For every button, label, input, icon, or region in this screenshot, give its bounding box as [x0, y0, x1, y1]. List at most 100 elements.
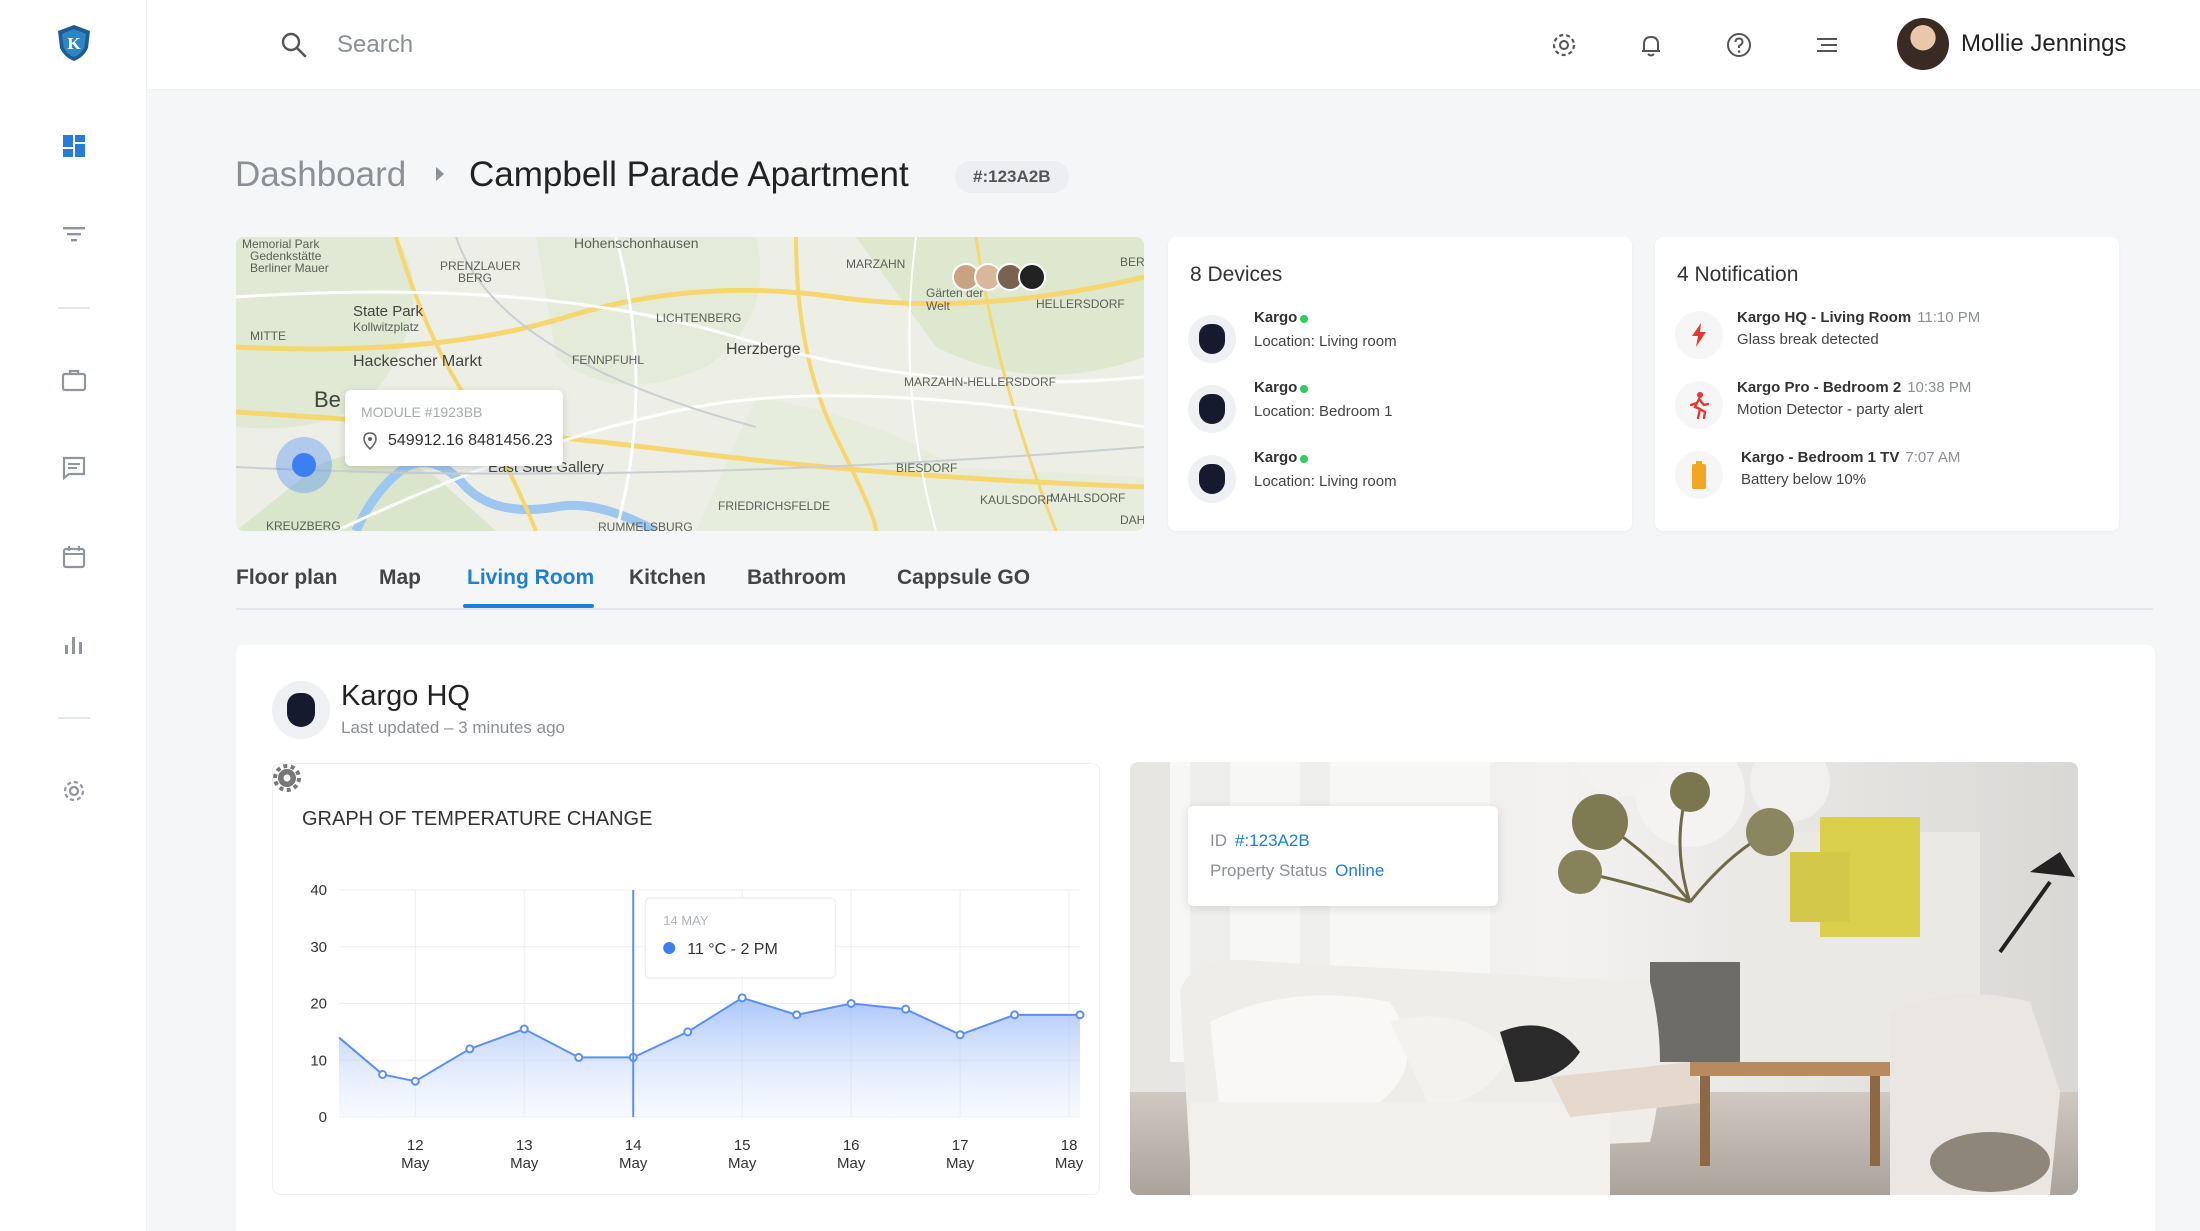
x-tick-label: 15: [734, 1137, 751, 1154]
battery-icon: [1675, 451, 1723, 499]
x-tick-label: May: [728, 1155, 757, 1172]
device-item[interactable]: Kargo Location: Living room: [1188, 305, 1568, 363]
current-location-marker[interactable]: [276, 437, 332, 493]
map-label: BER: [1120, 255, 1144, 269]
temperature-graph-card: GRAPH OF TEMPERATURE CHANGE 0 10 20 30 40 12 M…: [272, 763, 1100, 1195]
device-item[interactable]: Kargo Location: Living room: [1188, 445, 1568, 503]
sidebar-dashboard-icon[interactable]: [58, 130, 90, 162]
active-tab-indicator: [463, 604, 594, 608]
map-label: MARZAHN-HELLERSDORF: [904, 375, 1057, 389]
device-location: Location: Living room: [1254, 473, 1397, 490]
map-user-avatar[interactable]: [1018, 263, 1046, 291]
map-module-popup[interactable]: MODULE #1923BB 549912.16 8481456.23: [345, 390, 563, 466]
notification-item[interactable]: Kargo - Bedroom 1 TV 7:07 AM Battery belo…: [1675, 445, 2095, 501]
user-name[interactable]: Mollie Jennings: [1961, 30, 2126, 58]
notification-title: Kargo Pro - Bedroom 2 10:38 PM: [1737, 379, 1972, 396]
sidebar-chat-icon[interactable]: [58, 452, 90, 484]
online-status-dot: [1300, 455, 1308, 463]
temperature-chart[interactable]: 01020304012May13May14May15May16May17May1…: [273, 764, 1101, 1196]
search-input[interactable]: [337, 26, 837, 64]
device-title: Kargo HQ: [341, 680, 470, 712]
map-label: KREUZBERG: [266, 519, 341, 531]
x-tick-label: May: [1055, 1155, 1084, 1172]
data-point: [410, 1076, 420, 1086]
tab-map[interactable]: Map: [379, 566, 421, 590]
device-location: Location: Bedroom 1: [1254, 403, 1393, 420]
sidebar-filter-icon[interactable]: [58, 218, 90, 250]
sidebar-divider: [58, 717, 90, 719]
sidebar-briefcase-icon[interactable]: [58, 364, 90, 396]
y-tick-label: 20: [310, 996, 327, 1013]
device-icon: [272, 681, 330, 739]
device-icon: [1188, 455, 1236, 503]
property-id-row: ID #:123A2B: [1210, 831, 1310, 850]
data-point: [465, 1044, 475, 1054]
map-label: HELLERSDORF: [1036, 297, 1125, 311]
map-label: FRIEDRICHSFELDE: [718, 499, 831, 513]
tooltip-value: 11 °C - 2 PM: [687, 941, 778, 958]
breadcrumb-dashboard-link[interactable]: Dashboard: [235, 155, 406, 195]
notification-time: 11:10 PM: [1917, 309, 1981, 326]
topbar: Mollie Jennings: [147, 0, 2200, 90]
room-photo: ID #:123A2B Property Status Online: [1130, 762, 2078, 1195]
notification-title: Kargo HQ - Living Room 11:10 PM: [1737, 309, 1981, 326]
tab-living-room[interactable]: Living Room: [467, 566, 594, 590]
sidebar-gear-icon[interactable]: [58, 775, 90, 807]
device-detail-panel: Kargo HQ Last updated – 3 minutes ago GR…: [236, 645, 2155, 1231]
tab-kitchen[interactable]: Kitchen: [629, 566, 706, 590]
map-label: Herzberge: [726, 341, 801, 358]
lightning-icon: [1675, 311, 1723, 359]
search-icon[interactable]: [279, 30, 309, 60]
device-location: Location: Living room: [1254, 333, 1397, 350]
data-point: [792, 1010, 802, 1020]
map-label: Gärten der Welt: [926, 286, 984, 313]
logo-shield-icon[interactable]: K: [56, 24, 92, 62]
map-label: Hohenschonhausen: [574, 237, 699, 251]
device-icon: [1188, 315, 1236, 363]
map-label: Be: [314, 387, 341, 412]
notification-desc: Glass break detected: [1737, 331, 1879, 348]
device-item[interactable]: Kargo Location: Bedroom 1: [1188, 375, 1568, 433]
map-label: Kollwitzplatz: [353, 320, 420, 334]
notification-item[interactable]: Kargo Pro - Bedroom 2 10:38 PM Motion Det…: [1675, 375, 2095, 431]
sidebar-calendar-icon[interactable]: [58, 541, 90, 573]
x-tick-label: May: [510, 1155, 539, 1172]
y-tick-label: 0: [319, 1109, 327, 1126]
map-label: RUMMELSBURG: [598, 520, 693, 531]
data-point: [846, 999, 856, 1008]
svg-text:K: K: [67, 34, 81, 53]
tab-floor-plan[interactable]: Floor plan: [236, 566, 338, 590]
property-id-badge: #:123A2B: [955, 161, 1069, 193]
room-tabs: Floor plan Map Living Room Kitchen Bathr…: [236, 566, 2153, 610]
y-tick-label: 40: [310, 882, 327, 899]
map-view[interactable]: Memorial Park Gedenkstätte Berliner Maue…: [236, 237, 1144, 531]
property-status-row: Property Status Online: [1210, 861, 1385, 880]
data-point: [1075, 1010, 1085, 1020]
notification-item[interactable]: Kargo HQ - Living Room 11:10 PM Glass bre…: [1675, 305, 2095, 361]
data-point: [683, 1027, 693, 1037]
device-name: Kargo: [1254, 449, 1298, 466]
data-point: [901, 1004, 911, 1014]
user-avatar[interactable]: [1897, 18, 1949, 70]
map-popup-module: MODULE #1923BB: [361, 404, 483, 420]
sidebar-bar-chart-icon[interactable]: [58, 629, 90, 661]
settings-gear-icon[interactable]: [1547, 28, 1581, 62]
tab-cappsule-go[interactable]: Cappsule GO: [897, 566, 1030, 590]
device-name: Kargo: [1254, 379, 1298, 396]
breadcrumb-chevron-icon: [436, 167, 444, 181]
map-label: BIESDORF: [896, 461, 958, 475]
map-label: Berliner Mauer: [250, 261, 329, 275]
map-label: KAULSDORF: [980, 493, 1054, 507]
bell-icon[interactable]: [1634, 28, 1668, 62]
notification-time: 10:38 PM: [1907, 379, 1972, 396]
x-tick-label: 17: [952, 1137, 969, 1154]
help-icon[interactable]: [1722, 28, 1756, 62]
property-status-value: Online: [1335, 861, 1385, 880]
menu-icon[interactable]: [1810, 28, 1844, 62]
x-tick-label: 12: [407, 1137, 424, 1154]
property-id-value[interactable]: #:123A2B: [1235, 831, 1310, 850]
sidebar-divider: [58, 307, 90, 309]
page-title: Campbell Parade Apartment: [469, 155, 909, 194]
tab-bathroom[interactable]: Bathroom: [747, 566, 846, 590]
devices-card: 8 Devices Kargo Location: Living room Ka…: [1168, 237, 1632, 531]
